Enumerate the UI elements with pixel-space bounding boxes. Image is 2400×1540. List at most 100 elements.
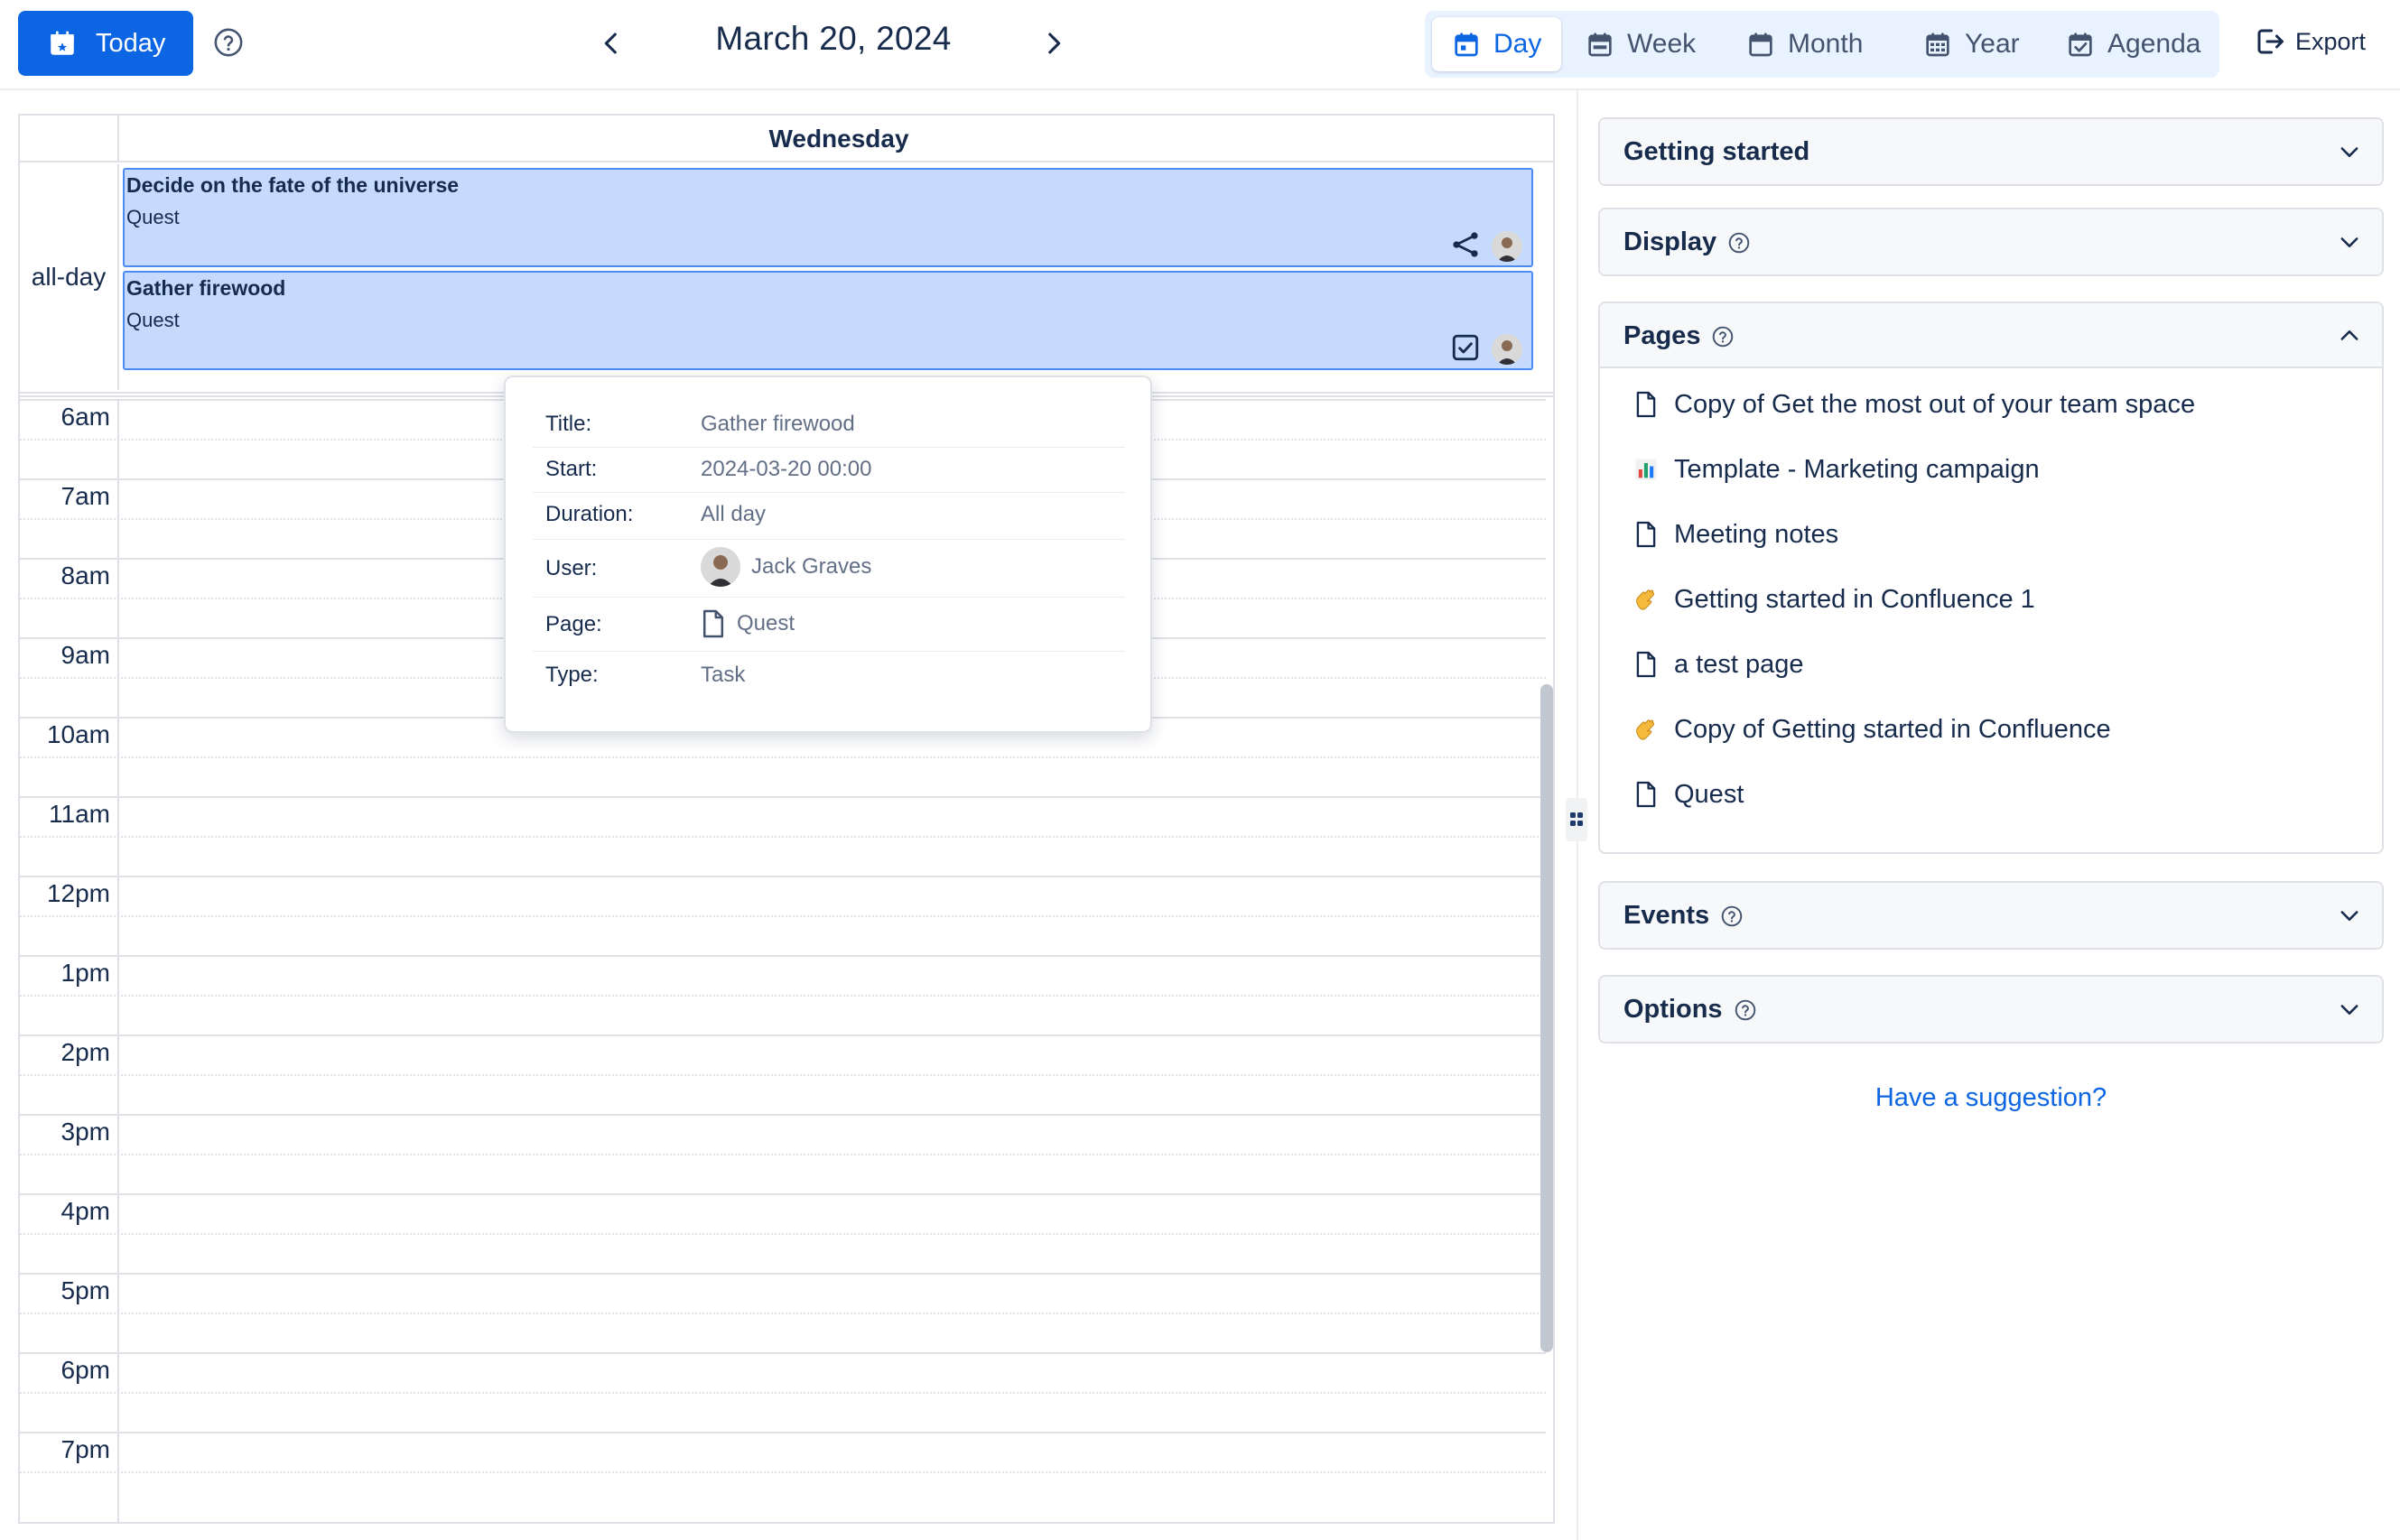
all-day-events: Decide on the fate of the universe Quest… — [121, 164, 1553, 390]
help-icon[interactable] — [1711, 325, 1735, 348]
options-header[interactable]: Options — [1600, 977, 2382, 1042]
user-avatar — [701, 547, 740, 587]
calendar-star-icon — [51, 31, 74, 55]
hour-slot[interactable]: 11am — [20, 796, 1546, 876]
view-month-label: Month — [1788, 29, 1864, 59]
help-icon[interactable] — [213, 27, 244, 58]
user-label: User: — [545, 556, 598, 580]
getting-started-header[interactable]: Getting started — [1600, 119, 2382, 184]
hour-slot[interactable]: 5pm — [20, 1273, 1546, 1352]
page-item[interactable]: Quest — [1633, 776, 1744, 812]
popover-row-user: User: Jack Graves — [533, 540, 1125, 598]
view-switcher: Day Week Month Year Agenda — [1425, 11, 2219, 78]
event-gather-firewood[interactable]: Gather firewood Quest — [123, 271, 1533, 370]
display-title: Display — [1623, 227, 1717, 256]
export-button[interactable]: Export — [2254, 25, 2366, 58]
calendar-scrollbar[interactable] — [1540, 684, 1553, 1352]
popover-row-start: Start: 2024-03-20 00:00 — [533, 448, 1125, 493]
events-section: Events — [1598, 881, 2384, 950]
view-year-label: Year — [1965, 29, 2020, 59]
chevron-down-icon — [2340, 911, 2358, 921]
page-value[interactable]: Quest — [701, 608, 795, 639]
hour-label: 12pm — [46, 879, 110, 907]
pages-section: Pages Copy of Get the most out of your t… — [1598, 302, 2384, 854]
hour-slot[interactable]: 3pm — [20, 1114, 1546, 1193]
today-button[interactable]: Today — [18, 11, 193, 76]
today-label: Today — [96, 28, 166, 58]
view-week-button[interactable]: Week — [1566, 17, 1716, 71]
calendar-month-icon — [1749, 32, 1772, 57]
getting-started-title: Getting started — [1623, 137, 1810, 166]
calendar-day-icon — [1455, 32, 1478, 57]
event-decide-fate[interactable]: Decide on the fate of the universe Quest — [123, 168, 1533, 267]
event-title: Gather firewood — [126, 276, 286, 300]
resize-handle[interactable] — [1566, 798, 1587, 841]
calendar-corner — [20, 116, 119, 162]
chevron-right-icon[interactable] — [1038, 27, 1069, 60]
drag-handle-icon — [1570, 812, 1583, 826]
page-item[interactable]: a test page — [1633, 646, 1804, 682]
hour-label: 6am — [60, 403, 110, 431]
view-year-button[interactable]: Year — [1903, 17, 2040, 71]
hour-label: 4pm — [60, 1197, 110, 1225]
user-name: Jack Graves — [751, 554, 872, 579]
page-name: Quest — [737, 611, 795, 635]
hour-label: 8am — [60, 561, 110, 589]
pages-title: Pages — [1623, 321, 1701, 350]
page-item[interactable]: Template - Marketing campaign — [1633, 451, 2040, 487]
day-name: Wednesday — [768, 125, 909, 153]
hour-label: 7am — [60, 482, 110, 510]
events-header[interactable]: Events — [1600, 883, 2382, 948]
popover-row-page: Page: Quest — [533, 598, 1125, 652]
help-icon[interactable] — [1727, 231, 1751, 255]
day-calendar: Wednesday all-day Decide on the fate of … — [18, 114, 1555, 1524]
document-icon — [1633, 778, 1660, 811]
popover-row-title: Title: Gather firewood — [533, 403, 1125, 448]
page-item[interactable]: Copy of Get the most out of your team sp… — [1633, 386, 2195, 422]
user-value[interactable]: Jack Graves — [701, 547, 871, 587]
help-icon[interactable] — [1720, 905, 1744, 928]
popover-row-duration: Duration: All day — [533, 493, 1125, 540]
options-title: Options — [1623, 995, 1723, 1024]
view-day-button[interactable]: Day — [1432, 17, 1562, 71]
page-item[interactable]: Getting started in Confluence 1 — [1633, 581, 2035, 617]
page-label: Page: — [545, 612, 602, 636]
pages-header[interactable]: Pages — [1600, 303, 2382, 368]
type-value: Task — [701, 663, 746, 687]
page-item[interactable]: Copy of Getting started in Confluence — [1633, 711, 2111, 747]
suggestion-link[interactable]: Have a suggestion? — [1598, 1083, 2384, 1113]
events-title: Events — [1623, 901, 1710, 930]
hour-slot[interactable]: 2pm — [20, 1034, 1546, 1114]
share-icon — [1453, 232, 1478, 257]
view-day-label: Day — [1493, 29, 1542, 59]
waving-hand-icon — [1633, 583, 1660, 616]
chevron-left-icon[interactable] — [596, 27, 627, 60]
export-label: Export — [2295, 27, 2367, 55]
hour-slot[interactable]: 1pm — [20, 955, 1546, 1034]
hour-slot[interactable]: 6pm — [20, 1352, 1546, 1432]
hour-slot[interactable]: 7pm — [20, 1432, 1546, 1511]
chevron-up-icon — [2340, 330, 2358, 340]
page-item-label: a test page — [1674, 649, 1804, 679]
view-agenda-button[interactable]: Agenda — [2046, 17, 2220, 71]
help-icon[interactable] — [1734, 998, 1757, 1022]
document-icon — [702, 609, 724, 638]
event-page: Quest — [126, 206, 180, 228]
popover-row-type: Type: Task — [533, 652, 1125, 702]
duration-value: All day — [701, 502, 767, 526]
page-item-label: Meeting notes — [1674, 519, 1839, 549]
page-item-label: Copy of Getting started in Confluence — [1674, 714, 2111, 744]
view-month-button[interactable]: Month — [1726, 17, 1883, 71]
start-label: Start: — [545, 457, 598, 481]
event-details-popover: Title: Gather firewood Start: 2024-03-20… — [504, 376, 1152, 733]
chevron-down-icon — [2340, 237, 2358, 247]
current-date-title: March 20, 2024 — [715, 20, 952, 57]
hour-slot[interactable]: 4pm — [20, 1193, 1546, 1273]
page-item[interactable]: Meeting notes — [1633, 516, 1838, 552]
display-header[interactable]: Display — [1600, 209, 2382, 274]
hour-slot[interactable]: 12pm — [20, 876, 1546, 955]
hour-label: 6pm — [60, 1356, 110, 1384]
hour-label: 3pm — [60, 1118, 110, 1146]
hour-label: 7pm — [60, 1435, 110, 1463]
page-item-label: Quest — [1674, 779, 1744, 809]
